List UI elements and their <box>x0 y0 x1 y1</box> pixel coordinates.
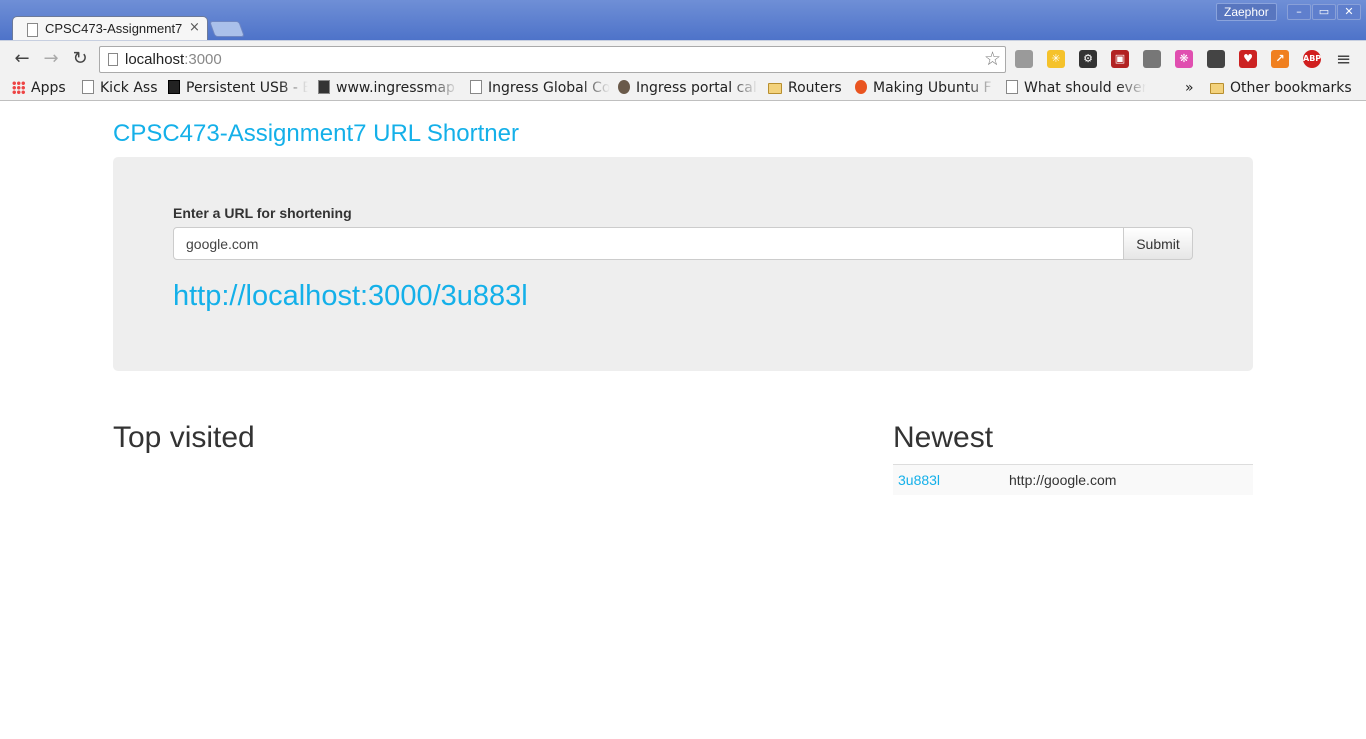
short-code-link[interactable]: 3u883l <box>893 464 1004 495</box>
bookmark-label: Kick Ass <box>100 80 158 96</box>
ingress-icon <box>618 80 630 94</box>
bookmark-label: What should ever <box>1024 80 1146 96</box>
folder-icon <box>768 83 782 94</box>
apps-grid-icon <box>12 81 25 94</box>
table-row: 3u883l http://google.com <box>893 464 1253 495</box>
terminal-icon <box>168 80 180 94</box>
color-wheel-icon[interactable]: ❋ <box>1175 50 1193 68</box>
browser-toolbar: ← → ↻ localhost:3000 ☆ ✳ ⚙ ▣ ❋ ♥ ↗ ABP ≡ Apps … <box>0 40 1366 101</box>
bookmark-label: Ingress Global Co <box>488 80 610 96</box>
original-url: http://google.com <box>1004 464 1253 495</box>
bookmark-ingress-global[interactable]: Ingress Global Co <box>470 78 610 98</box>
browser-chrome: CPSC473-Assignment7 URL Shortner × Zaeph… <box>0 0 1366 101</box>
bookmark-ingress-portal[interactable]: Ingress portal cal <box>618 78 758 98</box>
shorten-panel: Enter a URL for shortening Submit http:/… <box>113 157 1253 371</box>
page-title[interactable]: CPSC473-Assignment7 URL Shortner <box>113 120 519 148</box>
url-input[interactable] <box>173 227 1124 260</box>
back-icon[interactable]: ← <box>11 48 33 70</box>
address-host: localhost <box>125 51 185 68</box>
folder-icon <box>1210 83 1224 94</box>
bookmark-label: Apps <box>31 80 66 96</box>
page-content: CPSC473-Assignment7 URL Shortner Enter a… <box>0 101 1366 739</box>
bookmark-routers[interactable]: Routers <box>768 78 848 98</box>
tab-close-icon[interactable]: × <box>189 20 200 35</box>
bookmark-label: Persistent USB - E <box>186 80 308 96</box>
cast-icon[interactable] <box>1143 50 1161 68</box>
newest-table: 3u883l http://google.com <box>893 464 1253 495</box>
bookmark-star-icon[interactable]: ☆ <box>984 48 1001 70</box>
address-port: :3000 <box>184 51 222 68</box>
bookmark-making-ubuntu[interactable]: Making Ubuntu F <box>855 78 995 98</box>
page-icon <box>27 23 38 37</box>
top-visited-heading: Top visited <box>113 421 255 454</box>
close-window-button[interactable]: ✕ <box>1337 4 1361 20</box>
page-icon <box>108 53 118 66</box>
other-bookmarks-label: Other bookmarks <box>1230 80 1352 96</box>
comment-icon[interactable] <box>1015 50 1033 68</box>
sparkle-icon[interactable]: ✳ <box>1047 50 1065 68</box>
menu-icon[interactable]: ≡ <box>1336 49 1351 70</box>
page-icon <box>82 80 94 94</box>
new-tab-button[interactable] <box>209 21 245 37</box>
profile-button[interactable]: Zaephor <box>1216 3 1277 21</box>
forward-icon[interactable]: → <box>40 48 62 70</box>
address-bar[interactable]: localhost:3000 ☆ <box>99 46 1006 73</box>
bookmark-label: Routers <box>788 80 842 96</box>
bookmark-label: Making Ubuntu F <box>873 80 992 96</box>
tab-strip: CPSC473-Assignment7 URL Shortner × Zaeph… <box>0 0 1366 42</box>
minimize-button[interactable]: – <box>1287 4 1311 20</box>
trend-icon[interactable]: ↗ <box>1271 50 1289 68</box>
heart-icon[interactable]: ♥ <box>1239 50 1257 68</box>
page-icon <box>470 80 482 94</box>
gear-icon[interactable]: ⚙ <box>1079 50 1097 68</box>
bookmark-kick-ass[interactable]: Kick Ass <box>82 78 160 98</box>
mask-icon[interactable] <box>1207 50 1225 68</box>
bookmark-persistent-usb[interactable]: Persistent USB - E <box>168 78 308 98</box>
url-input-label: Enter a URL for shortening <box>173 205 352 221</box>
bookmark-label: www.ingressmap <box>336 80 455 96</box>
bookmark-label: Ingress portal cal <box>636 80 757 96</box>
address-text: localhost:3000 <box>125 51 222 68</box>
submit-button[interactable]: Submit <box>1123 227 1193 260</box>
adblock-icon[interactable]: ABP <box>1303 50 1321 68</box>
other-bookmarks[interactable]: Other bookmarks <box>1210 78 1360 98</box>
bookmarks-overflow-icon[interactable]: » <box>1185 78 1199 98</box>
tab-title: CPSC473-Assignment7 URL Shortner <box>45 21 183 36</box>
page-icon <box>318 80 330 94</box>
maximize-button[interactable]: ▭ <box>1312 4 1336 20</box>
reload-icon[interactable]: ↻ <box>69 48 91 70</box>
bookmark-apps[interactable]: Apps <box>12 78 72 98</box>
tape-icon[interactable]: ▣ <box>1111 50 1129 68</box>
bookmarks-bar: Apps Kick Ass Persistent USB - E www.ing… <box>0 76 1366 100</box>
page-icon <box>1006 80 1018 94</box>
bookmark-ingressmap[interactable]: www.ingressmap <box>318 78 458 98</box>
bookmark-what-should[interactable]: What should ever <box>1006 78 1146 98</box>
newest-heading: Newest <box>893 421 994 454</box>
ubuntu-icon <box>855 80 867 94</box>
tab-active[interactable]: CPSC473-Assignment7 URL Shortner × <box>12 16 208 42</box>
short-url-link[interactable]: http://localhost:3000/3u883l <box>173 280 528 313</box>
